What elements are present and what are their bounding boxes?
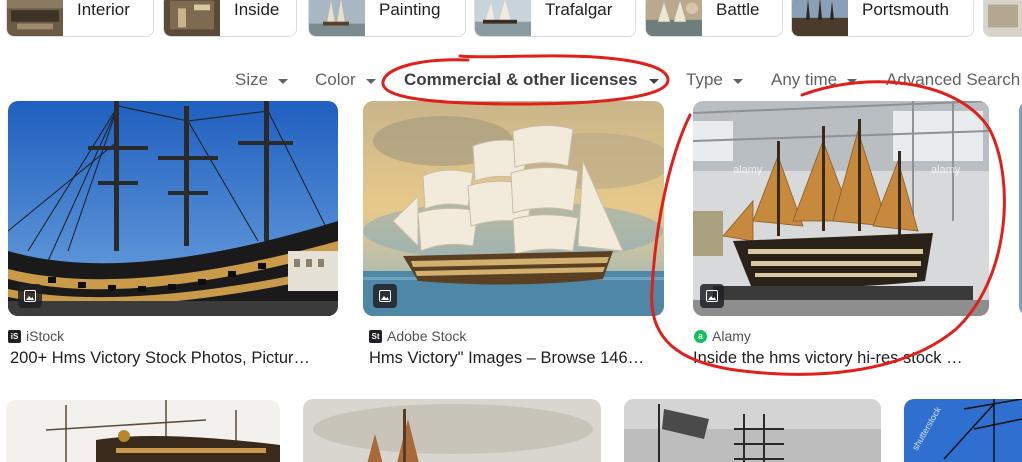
- filter-time-label: Any time: [771, 70, 838, 89]
- adobe-stock-favicon: St: [369, 329, 382, 343]
- chip-portsmouth[interactable]: Portsmouth: [791, 0, 974, 37]
- chip-trafalgar[interactable]: Trafalgar: [474, 0, 636, 37]
- result-image[interactable]: shutterstock: [904, 399, 1022, 462]
- result-source[interactable]: a Alamy: [694, 328, 751, 344]
- image-icon: [18, 284, 42, 308]
- chip-label: Trafalgar: [545, 0, 613, 19]
- filter-size-label: Size: [235, 70, 269, 89]
- result-image[interactable]: [8, 101, 338, 316]
- chip-interior[interactable]: Interior: [6, 0, 154, 37]
- caret-down-icon: [649, 78, 660, 84]
- result-image[interactable]: [363, 101, 664, 316]
- caret-down-icon: [847, 78, 858, 84]
- alamy-favicon: a: [694, 329, 707, 343]
- chip-painting[interactable]: Painting: [308, 0, 466, 37]
- filter-toolbar: Size Color Commercial & other licenses T…: [0, 62, 1022, 98]
- result-image[interactable]: [6, 400, 280, 462]
- chip-thumbnail: [792, 0, 848, 36]
- istock-favicon: iS: [8, 329, 21, 343]
- chip-thumbnail: [475, 0, 531, 36]
- ship-photo: shutterstock: [904, 399, 1022, 462]
- result-source-name: Alamy: [712, 328, 751, 344]
- chip-battle[interactable]: Battle: [645, 0, 783, 37]
- chip-label: Portsmouth: [862, 0, 949, 19]
- chip-thumbnail: [309, 0, 365, 36]
- chip-thumbnail: [7, 0, 63, 36]
- result-title[interactable]: Hms Victory" Images – Browse 146…: [369, 349, 663, 368]
- result-image[interactable]: alamy alamy: [693, 101, 989, 316]
- filter-type-label: Type: [686, 70, 723, 89]
- ship-photo: [8, 101, 338, 316]
- ship-painting: [303, 399, 601, 462]
- filter-usage-rights-label: Commercial & other licenses: [404, 70, 638, 89]
- chip-inside[interactable]: Inside: [163, 0, 297, 37]
- result-source-name: iStock: [26, 328, 65, 344]
- filter-color-label: Color: [315, 70, 356, 89]
- result-source[interactable]: iS iStock: [8, 328, 64, 344]
- advanced-search-link[interactable]: Advanced Search: [886, 70, 1020, 90]
- image-result-card[interactable]: [6, 400, 280, 462]
- chip-thumbnail: [164, 0, 220, 36]
- filter-size[interactable]: Size: [235, 70, 289, 90]
- ship-photo: [6, 400, 280, 462]
- result-source-name: Adobe Stock: [387, 328, 467, 344]
- filter-usage-rights[interactable]: Commercial & other licenses: [404, 70, 660, 90]
- chip-more[interactable]: [983, 0, 1022, 37]
- image-result-card[interactable]: shutterstock: [904, 399, 1022, 462]
- result-image[interactable]: [624, 399, 881, 462]
- chip-thumbnail: [984, 0, 1022, 36]
- caret-down-icon: [278, 78, 289, 84]
- image-result-card[interactable]: iS iStock 200+ Hms Victory Stock Photos,…: [8, 101, 338, 371]
- image-result-card[interactable]: [624, 399, 881, 462]
- related-searches-bar: Interior Inside Painting Trafalgar Battl…: [0, 0, 1022, 40]
- ship-painting: [363, 101, 664, 316]
- result-image[interactable]: [303, 399, 601, 462]
- filter-time[interactable]: Any time: [771, 70, 858, 90]
- watermark: alamy: [733, 164, 763, 176]
- caret-down-icon: [365, 78, 376, 84]
- result-title[interactable]: Inside the hms victory hi-res stock …: [693, 349, 978, 368]
- chip-label: Battle: [716, 0, 760, 19]
- chip-label: Painting: [379, 0, 441, 19]
- chip-label: Interior: [77, 0, 130, 19]
- image-icon: [373, 284, 397, 308]
- filter-type[interactable]: Type: [686, 70, 743, 90]
- advanced-search-label: Advanced Search: [886, 70, 1021, 89]
- image-result-card[interactable]: St Adobe Stock Hms Victory" Images – Bro…: [363, 101, 665, 371]
- chip-thumbnail: [646, 0, 702, 36]
- image-icon: [700, 284, 724, 308]
- ship-photo-bw: [624, 399, 881, 462]
- watermark: alamy: [931, 164, 961, 176]
- result-source[interactable]: St Adobe Stock: [369, 328, 466, 344]
- filter-color[interactable]: Color: [315, 70, 376, 90]
- ship-model-photo: alamy alamy: [693, 101, 989, 316]
- image-result-card[interactable]: alamy alamy a Alamy Inside the hms victo…: [693, 101, 993, 371]
- caret-down-icon: [732, 78, 743, 84]
- image-result-card[interactable]: [303, 399, 601, 462]
- result-title[interactable]: 200+ Hms Victory Stock Photos, Pictur…: [10, 349, 330, 368]
- chip-label: Inside: [234, 0, 280, 19]
